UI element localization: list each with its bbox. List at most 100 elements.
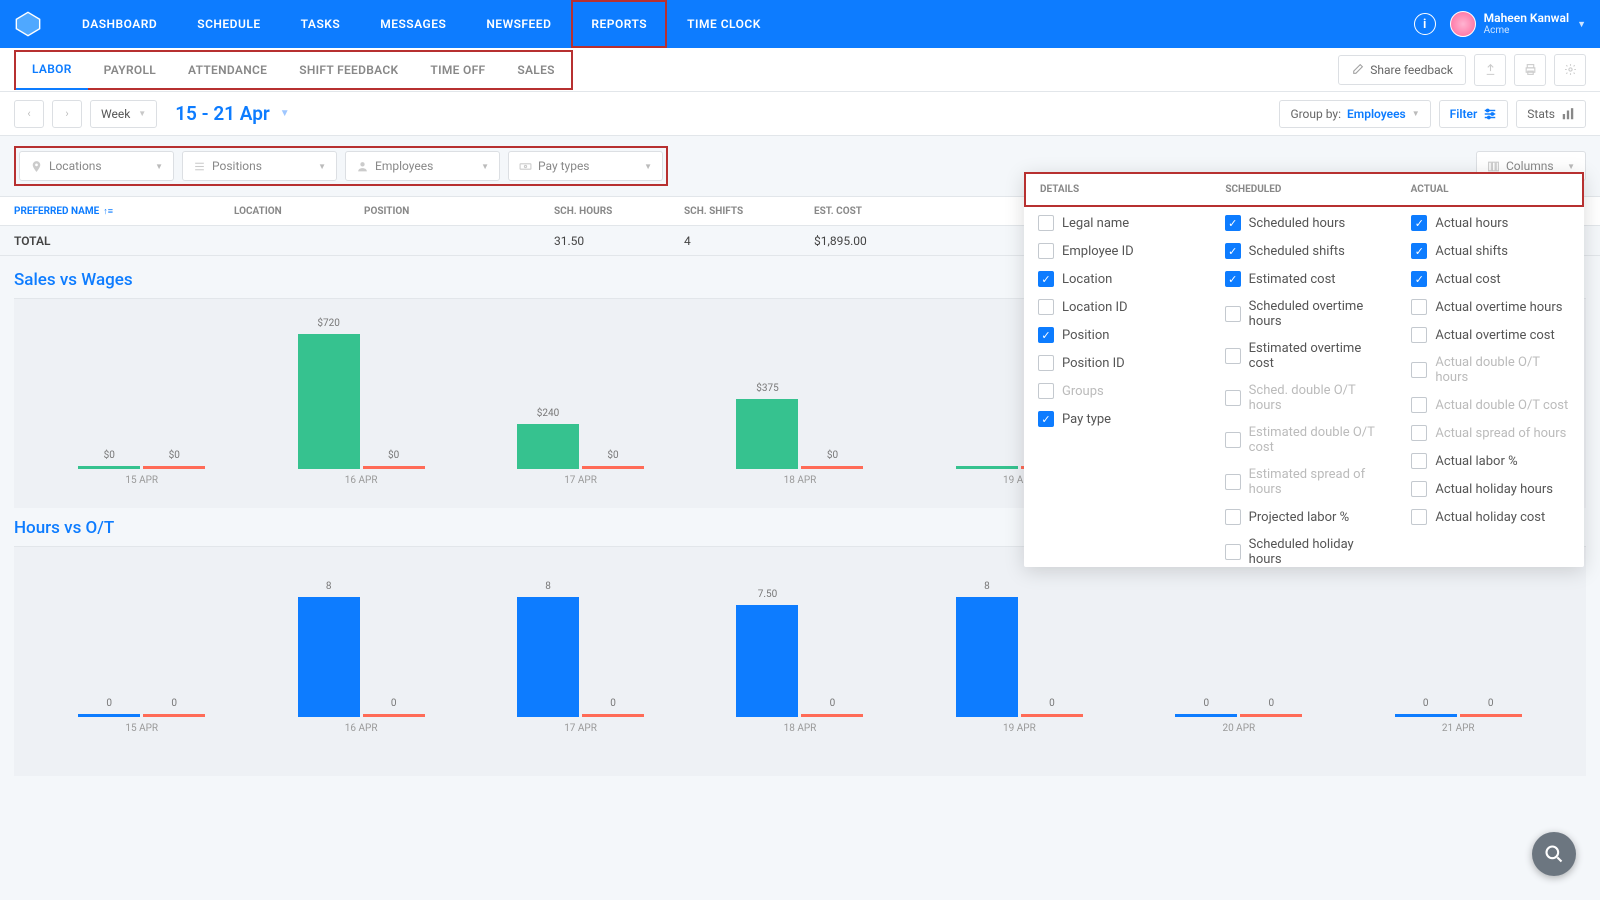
- help-button[interactable]: [1532, 832, 1576, 876]
- column-toggle-label: Estimated double O/T cost: [1249, 425, 1384, 455]
- col-sch-hours-header[interactable]: SCH. HOURS: [554, 206, 684, 217]
- column-toggle[interactable]: Estimated overtime cost: [1225, 341, 1384, 371]
- share-feedback-button[interactable]: Share feedback: [1338, 55, 1466, 85]
- positions-filter[interactable]: Positions ▼: [182, 151, 337, 181]
- column-toggle-label: Location ID: [1062, 300, 1128, 315]
- bar-group: 7.500: [690, 605, 909, 718]
- nav-item-dashboard[interactable]: DASHBOARD: [62, 0, 177, 48]
- column-toggle[interactable]: Scheduled holiday hours: [1225, 537, 1384, 567]
- col-name-header[interactable]: PREFERRED NAME ↑≡: [14, 206, 234, 217]
- bar-group: 80: [251, 597, 470, 717]
- checkbox: [1411, 425, 1427, 441]
- print-button[interactable]: [1514, 54, 1546, 86]
- locations-filter[interactable]: Locations ▼: [19, 151, 174, 181]
- person-icon: [356, 160, 369, 173]
- column-toggle[interactable]: Actual holiday hours: [1411, 481, 1570, 497]
- bar-group: 00: [1129, 714, 1348, 717]
- column-toggle[interactable]: ✓Location: [1038, 271, 1197, 287]
- tab-attendance[interactable]: ATTENDANCE: [172, 50, 283, 90]
- checkbox: [1411, 397, 1427, 413]
- bar-value-label: $375: [736, 383, 798, 394]
- column-toggle[interactable]: ✓Estimated cost: [1225, 271, 1384, 287]
- column-toggle[interactable]: Location ID: [1038, 299, 1197, 315]
- user-menu[interactable]: Maheen Kanwal Acme ▼: [1450, 11, 1586, 37]
- tab-payroll[interactable]: PAYROLL: [88, 50, 172, 90]
- bar-group: 00: [32, 714, 251, 717]
- column-toggle[interactable]: Actual holiday cost: [1411, 509, 1570, 525]
- nav-item-time-clock[interactable]: TIME CLOCK: [667, 0, 781, 48]
- column-toggle-label: Position ID: [1062, 356, 1125, 371]
- column-toggle[interactable]: Actual labor %: [1411, 453, 1570, 469]
- bar: $720: [298, 334, 360, 469]
- column-toggle[interactable]: Legal name: [1038, 215, 1197, 231]
- checkbox: [1411, 481, 1427, 497]
- nav-item-tasks[interactable]: TASKS: [281, 0, 361, 48]
- panel-actual-header: ACTUAL: [1397, 174, 1582, 205]
- column-toggle[interactable]: ✓Actual hours: [1411, 215, 1570, 231]
- employees-filter[interactable]: Employees ▼: [345, 151, 500, 181]
- upload-icon: [1484, 63, 1497, 76]
- hours-ot-chart: HOURS O/T HOURS 0080807.50080000015 APR1…: [14, 546, 1586, 776]
- column-toggle[interactable]: ✓Position: [1038, 327, 1197, 343]
- prev-period-button[interactable]: ‹: [14, 100, 44, 128]
- column-toggle[interactable]: ✓Actual shifts: [1411, 243, 1570, 259]
- bar-value-label: 0: [143, 698, 205, 709]
- bar-value-label: 0: [582, 698, 644, 709]
- checkbox: [1038, 299, 1054, 315]
- pencil-icon: [1351, 63, 1364, 76]
- tab-time-off[interactable]: TIME OFF: [414, 50, 501, 90]
- column-toggle-label: Actual double O/T cost: [1435, 398, 1568, 413]
- checkbox: [1225, 544, 1241, 560]
- column-toggle[interactable]: ✓Pay type: [1038, 411, 1197, 427]
- paytypes-filter[interactable]: Pay types ▼: [508, 151, 663, 181]
- column-toggle[interactable]: Actual overtime cost: [1411, 327, 1570, 343]
- checkbox: ✓: [1225, 243, 1241, 259]
- groupby-select[interactable]: Group by: Employees ▼: [1279, 100, 1430, 128]
- chevron-down-icon: ▼: [1577, 19, 1586, 30]
- col-position-header[interactable]: POSITION: [364, 206, 554, 217]
- column-toggle-label: Actual cost: [1435, 272, 1500, 287]
- filter-button[interactable]: Filter: [1439, 100, 1509, 128]
- column-toggle[interactable]: Position ID: [1038, 355, 1197, 371]
- column-toggle[interactable]: Scheduled overtime hours: [1225, 299, 1384, 329]
- column-toggle[interactable]: Employee ID: [1038, 243, 1197, 259]
- nav-item-reports[interactable]: REPORTS: [571, 0, 667, 48]
- date-range-picker[interactable]: 15 - 21 Apr ▼: [175, 102, 289, 125]
- date-toolbar: ‹ › Week ▼ 15 - 21 Apr ▼ Group by: Emplo…: [0, 92, 1600, 136]
- col-sch-shifts-header[interactable]: SCH. SHIFTS: [684, 206, 814, 217]
- nav-item-schedule[interactable]: SCHEDULE: [177, 0, 280, 48]
- next-period-button[interactable]: ›: [52, 100, 82, 128]
- col-location-header[interactable]: LOCATION: [234, 206, 364, 217]
- tab-shift-feedback[interactable]: SHIFT FEEDBACK: [283, 50, 414, 90]
- period-select[interactable]: Week ▼: [90, 100, 157, 128]
- checkbox: [1225, 474, 1241, 490]
- nav-item-messages[interactable]: MESSAGES: [360, 0, 466, 48]
- column-toggle[interactable]: ✓Scheduled hours: [1225, 215, 1384, 231]
- column-toggle-label: Projected labor %: [1249, 510, 1350, 525]
- chevron-down-icon: ▼: [318, 162, 326, 171]
- column-toggle-label: Legal name: [1062, 216, 1129, 231]
- avatar: [1450, 11, 1476, 37]
- stats-button[interactable]: Stats: [1516, 100, 1586, 128]
- checkbox: [1411, 509, 1427, 525]
- col-est-cost-header[interactable]: EST. COST: [814, 206, 944, 217]
- tab-sales[interactable]: SALES: [501, 50, 570, 90]
- tab-labor[interactable]: LABOR: [16, 50, 88, 90]
- chevron-down-icon: ▼: [280, 108, 290, 119]
- column-toggle[interactable]: Projected labor %: [1225, 509, 1384, 525]
- export-button[interactable]: [1474, 54, 1506, 86]
- filter-selects-group: Locations ▼ Positions ▼ Employees ▼ Pay …: [14, 146, 668, 186]
- x-axis-label: 21 APR: [1349, 723, 1568, 734]
- column-toggle-label: Actual holiday hours: [1435, 482, 1553, 497]
- app-logo[interactable]: [14, 10, 42, 38]
- column-toggle[interactable]: ✓Actual cost: [1411, 271, 1570, 287]
- bar: $0: [582, 466, 644, 469]
- bar: 0: [1021, 714, 1083, 717]
- info-icon[interactable]: i: [1414, 13, 1436, 35]
- period-label: Week: [101, 107, 130, 121]
- x-axis-label: 15 APR: [32, 475, 251, 486]
- settings-button[interactable]: [1554, 54, 1586, 86]
- column-toggle[interactable]: ✓Scheduled shifts: [1225, 243, 1384, 259]
- column-toggle[interactable]: Actual overtime hours: [1411, 299, 1570, 315]
- nav-item-newsfeed[interactable]: NEWSFEED: [466, 0, 571, 48]
